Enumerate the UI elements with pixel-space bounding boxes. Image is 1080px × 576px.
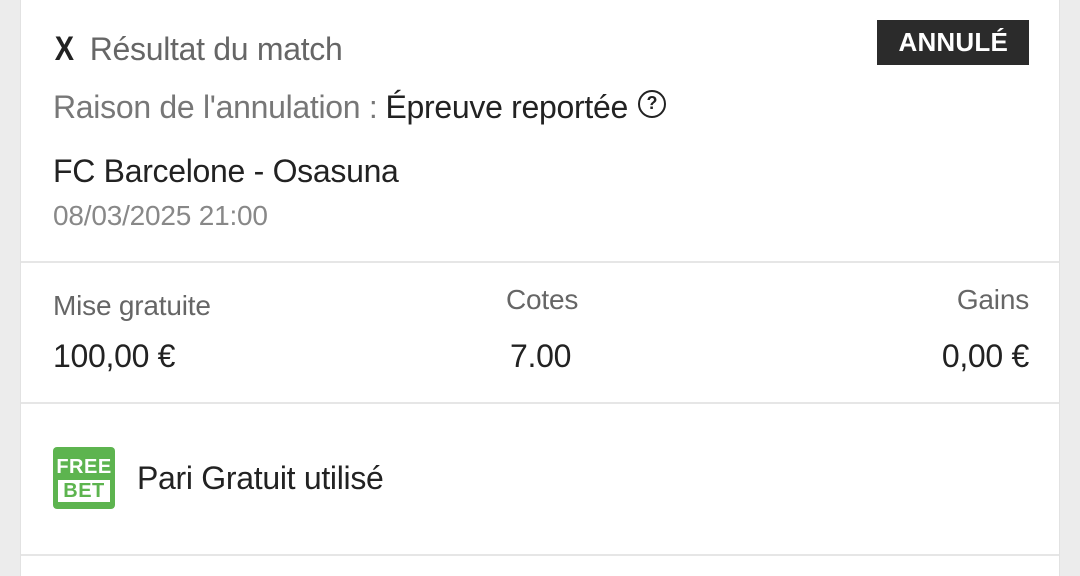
freebet-label: Pari Gratuit utilisé: [137, 459, 384, 496]
reason-value: Épreuve reportée: [385, 89, 628, 125]
divider: [21, 261, 1059, 263]
stake-label: Mise gratuite: [53, 290, 211, 321]
cancellation-reason: Raison de l'annulation : Épreuve reporté…: [53, 89, 666, 126]
free-bet-icon-bottom: BET: [58, 480, 110, 502]
free-bet-icon: FREE BET: [53, 447, 115, 509]
gains-value: 0,00 €: [941, 338, 1029, 374]
market-title: Résultat du match: [89, 31, 343, 67]
divider: [21, 554, 1059, 556]
gains-label: Gains: [956, 284, 1029, 315]
match-name: FC Barcelone - Osasuna: [53, 153, 399, 189]
stake-value: 100,00 €: [53, 338, 176, 374]
odds-value: 7.00: [510, 338, 572, 374]
reason-label: Raison de l'annulation :: [53, 89, 378, 125]
market-title-row: X Résultat du match: [53, 30, 343, 69]
odds-label: Cotes: [506, 284, 579, 315]
status-badge: ANNULÉ: [877, 20, 1029, 65]
freebet-row: FREE BET Pari Gratuit utilisé: [53, 447, 384, 509]
selection-marker: X: [54, 30, 74, 68]
match-date: 08/03/2025 21:00: [53, 200, 268, 231]
bet-card: X Résultat du match ANNULÉ Raison de l'a…: [20, 0, 1060, 576]
question-circle-icon[interactable]: ?: [637, 89, 666, 118]
free-bet-icon-top: FREE: [56, 456, 112, 478]
divider: [21, 402, 1059, 404]
